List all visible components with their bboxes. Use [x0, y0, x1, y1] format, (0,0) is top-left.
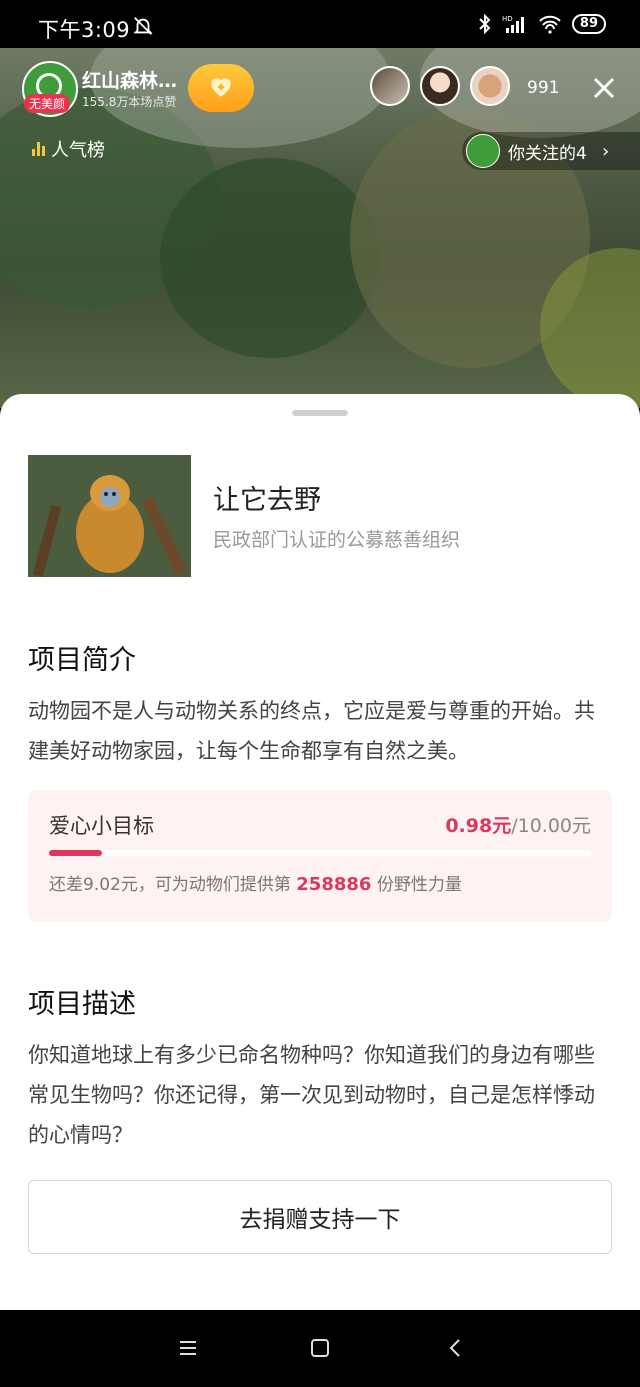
- intro-title: 项目简介: [28, 645, 136, 676]
- heart-icon: [211, 78, 231, 97]
- org-name: 让它去野: [213, 485, 321, 516]
- mute-bell-icon: [133, 17, 153, 35]
- goal-amount: 0.98元/10.00元: [445, 811, 591, 838]
- org-image: [28, 455, 191, 577]
- goal-progress-bar: [49, 850, 591, 856]
- signal-icon: HD: [502, 15, 524, 33]
- rank-bars-icon: [32, 142, 45, 156]
- close-icon[interactable]: [590, 74, 618, 102]
- description-title: 项目描述: [28, 989, 136, 1020]
- bluetooth-icon: [479, 14, 491, 34]
- goal-note: 还差9.02元，可为动物们提供第 258886 份野性力量: [49, 870, 462, 895]
- likes-count: 155.8万本场点赞: [82, 95, 177, 109]
- goal-note-prefix: 还差9.02元，可为动物们提供第: [49, 875, 291, 895]
- viewer-avatar[interactable]: [420, 66, 460, 106]
- menu-icon[interactable]: [176, 1336, 200, 1360]
- goal-card: 爱心小目标 0.98元/10.00元 还差9.02元，可为动物们提供第 2588…: [28, 790, 612, 922]
- back-icon[interactable]: [444, 1336, 468, 1360]
- battery-indicator: 89: [571, 14, 606, 34]
- no-beauty-tag: 无美颜: [24, 94, 71, 113]
- host-name[interactable]: 红山森林…: [82, 66, 177, 93]
- goal-progress-fill: [49, 850, 103, 856]
- hd-label: HD: [502, 15, 513, 23]
- following-banner[interactable]: 你关注的4 ›: [462, 132, 640, 170]
- home-icon[interactable]: [308, 1336, 332, 1360]
- status-icons: HD 89: [478, 14, 606, 34]
- goal-note-suffix: 份野性力量: [376, 875, 462, 895]
- viewer-avatar[interactable]: [370, 66, 410, 106]
- goal-label: 爱心小目标: [49, 814, 154, 838]
- goal-note-number: 258886: [296, 874, 372, 895]
- wifi-icon: [539, 15, 561, 34]
- chevron-right-icon: ›: [602, 140, 610, 162]
- viewer-avatar[interactable]: [470, 66, 510, 106]
- status-bar: 下午3:09 HD 89: [0, 0, 640, 48]
- donate-button[interactable]: 去捐赠支持一下: [28, 1180, 612, 1254]
- sheet-handle[interactable]: [292, 410, 348, 416]
- popularity-rank[interactable]: 人气榜: [32, 136, 105, 162]
- org-subtitle: 民政部门认证的公募慈善组织: [213, 529, 461, 551]
- viewer-count[interactable]: 991: [527, 78, 559, 98]
- following-text: 你关注的4: [508, 143, 587, 164]
- goal-current: 0.98元: [445, 815, 512, 837]
- intro-text: 动物园不是人与动物关系的终点，它应是爱与尊重的开始。共建美好动物家园，让每个生命…: [28, 699, 595, 763]
- description-text: 你知道地球上有多少已命名物种吗？你知道我们的身边有哪些常见生物吗？你还记得，第一…: [28, 1043, 595, 1147]
- rank-label: 人气榜: [51, 140, 105, 161]
- status-time: 下午3:09: [38, 18, 131, 42]
- goal-target: /10.00元: [511, 815, 591, 837]
- charity-sheet: 让它去野 民政部门认证的公募慈善组织 项目简介 动物园不是人与动物关系的终点，它…: [0, 394, 640, 1310]
- following-avatar: [466, 134, 500, 168]
- fan-club-button[interactable]: [188, 64, 254, 112]
- navigation-bar: [0, 1310, 640, 1387]
